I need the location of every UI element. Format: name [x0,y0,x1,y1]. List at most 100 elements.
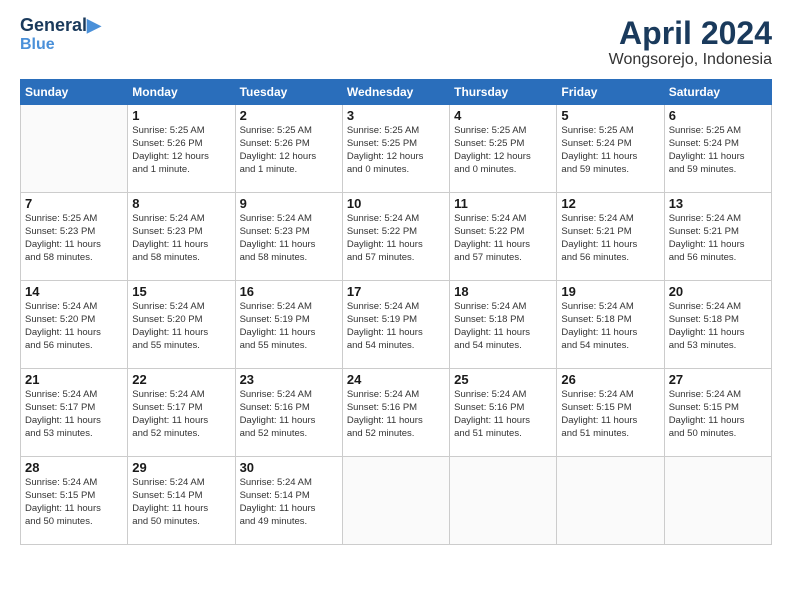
day-info: Sunrise: 5:24 AM Sunset: 5:16 PM Dayligh… [347,389,445,440]
day-number: 17 [347,284,445,299]
calendar-cell: 1 Sunrise: 5:25 AM Sunset: 5:26 PM Daylig… [128,105,235,193]
calendar-subtitle: Wongsorejo, Indonesia [609,51,772,69]
calendar-cell [664,457,771,545]
day-number: 12 [561,196,659,211]
calendar-cell: 27 Sunrise: 5:24 AM Sunset: 5:15 PM Dayli… [664,369,771,457]
day-info: Sunrise: 5:25 AM Sunset: 5:24 PM Dayligh… [669,125,767,176]
day-number: 29 [132,460,230,475]
day-info: Sunrise: 5:24 AM Sunset: 5:15 PM Dayligh… [669,389,767,440]
day-info: Sunrise: 5:24 AM Sunset: 5:23 PM Dayligh… [132,213,230,264]
calendar-cell: 4 Sunrise: 5:25 AM Sunset: 5:25 PM Daylig… [450,105,557,193]
day-info: Sunrise: 5:25 AM Sunset: 5:25 PM Dayligh… [347,125,445,176]
day-number: 10 [347,196,445,211]
calendar-cell [21,105,128,193]
day-info: Sunrise: 5:24 AM Sunset: 5:22 PM Dayligh… [347,213,445,264]
day-info: Sunrise: 5:24 AM Sunset: 5:18 PM Dayligh… [454,301,552,352]
calendar-cell: 11 Sunrise: 5:24 AM Sunset: 5:22 PM Dayli… [450,193,557,281]
day-number: 22 [132,372,230,387]
day-number: 24 [347,372,445,387]
logo-subtext: Blue [20,36,101,54]
day-info: Sunrise: 5:24 AM Sunset: 5:16 PM Dayligh… [240,389,338,440]
day-number: 21 [25,372,123,387]
day-info: Sunrise: 5:24 AM Sunset: 5:15 PM Dayligh… [561,389,659,440]
header: General▶ Blue April 2024 Wongsorejo, Ind… [20,16,772,69]
weekday-header-row: SundayMondayTuesdayWednesdayThursdayFrid… [21,80,772,105]
calendar-cell: 25 Sunrise: 5:24 AM Sunset: 5:16 PM Dayli… [450,369,557,457]
calendar-cell: 2 Sunrise: 5:25 AM Sunset: 5:26 PM Daylig… [235,105,342,193]
day-info: Sunrise: 5:24 AM Sunset: 5:16 PM Dayligh… [454,389,552,440]
day-info: Sunrise: 5:24 AM Sunset: 5:23 PM Dayligh… [240,213,338,264]
day-number: 6 [669,108,767,123]
day-number: 16 [240,284,338,299]
day-info: Sunrise: 5:24 AM Sunset: 5:20 PM Dayligh… [25,301,123,352]
calendar-cell: 17 Sunrise: 5:24 AM Sunset: 5:19 PM Dayli… [342,281,449,369]
day-number: 14 [25,284,123,299]
day-number: 3 [347,108,445,123]
calendar-cell: 5 Sunrise: 5:25 AM Sunset: 5:24 PM Daylig… [557,105,664,193]
calendar-cell [450,457,557,545]
weekday-header-friday: Friday [557,80,664,105]
calendar-cell: 7 Sunrise: 5:25 AM Sunset: 5:23 PM Daylig… [21,193,128,281]
day-info: Sunrise: 5:25 AM Sunset: 5:25 PM Dayligh… [454,125,552,176]
calendar-cell: 6 Sunrise: 5:25 AM Sunset: 5:24 PM Daylig… [664,105,771,193]
week-row-3: 14 Sunrise: 5:24 AM Sunset: 5:20 PM Dayli… [21,281,772,369]
day-info: Sunrise: 5:24 AM Sunset: 5:18 PM Dayligh… [561,301,659,352]
logo-text: General▶ [20,16,101,36]
day-info: Sunrise: 5:24 AM Sunset: 5:21 PM Dayligh… [561,213,659,264]
day-number: 26 [561,372,659,387]
calendar-cell: 23 Sunrise: 5:24 AM Sunset: 5:16 PM Dayli… [235,369,342,457]
day-info: Sunrise: 5:25 AM Sunset: 5:26 PM Dayligh… [132,125,230,176]
day-number: 1 [132,108,230,123]
day-number: 25 [454,372,552,387]
day-number: 20 [669,284,767,299]
calendar-cell: 26 Sunrise: 5:24 AM Sunset: 5:15 PM Dayli… [557,369,664,457]
page: General▶ Blue April 2024 Wongsorejo, Ind… [0,0,792,612]
weekday-header-monday: Monday [128,80,235,105]
calendar-cell: 20 Sunrise: 5:24 AM Sunset: 5:18 PM Dayli… [664,281,771,369]
weekday-header-sunday: Sunday [21,80,128,105]
day-number: 9 [240,196,338,211]
week-row-1: 1 Sunrise: 5:25 AM Sunset: 5:26 PM Daylig… [21,105,772,193]
day-info: Sunrise: 5:24 AM Sunset: 5:19 PM Dayligh… [347,301,445,352]
day-number: 2 [240,108,338,123]
calendar-cell: 28Sunrise: 5:24 AM Sunset: 5:15 PM Dayli… [21,457,128,545]
day-info: Sunrise: 5:24 AM Sunset: 5:15 PM Dayligh… [25,477,123,528]
calendar-cell: 22Sunrise: 5:24 AM Sunset: 5:17 PM Dayli… [128,369,235,457]
week-row-4: 21 Sunrise: 5:24 AM Sunset: 5:17 PM Dayli… [21,369,772,457]
calendar-title: April 2024 [609,16,772,51]
day-info: Sunrise: 5:24 AM Sunset: 5:20 PM Dayligh… [132,301,230,352]
weekday-header-saturday: Saturday [664,80,771,105]
day-info: Sunrise: 5:24 AM Sunset: 5:22 PM Dayligh… [454,213,552,264]
day-info: Sunrise: 5:25 AM Sunset: 5:24 PM Dayligh… [561,125,659,176]
day-number: 18 [454,284,552,299]
calendar-table: SundayMondayTuesdayWednesdayThursdayFrid… [20,79,772,545]
calendar-cell: 3 Sunrise: 5:25 AM Sunset: 5:25 PM Daylig… [342,105,449,193]
day-info: Sunrise: 5:24 AM Sunset: 5:18 PM Dayligh… [669,301,767,352]
calendar-cell: 18 Sunrise: 5:24 AM Sunset: 5:18 PM Dayli… [450,281,557,369]
weekday-header-wednesday: Wednesday [342,80,449,105]
day-number: 11 [454,196,552,211]
title-block: April 2024 Wongsorejo, Indonesia [609,16,772,69]
day-number: 23 [240,372,338,387]
day-info: Sunrise: 5:24 AM Sunset: 5:17 PM Dayligh… [25,389,123,440]
calendar-cell: 16Sunrise: 5:24 AM Sunset: 5:19 PM Dayli… [235,281,342,369]
day-number: 8 [132,196,230,211]
calendar-cell: 24 Sunrise: 5:24 AM Sunset: 5:16 PM Dayli… [342,369,449,457]
day-number: 27 [669,372,767,387]
day-number: 5 [561,108,659,123]
calendar-cell: 14 Sunrise: 5:24 AM Sunset: 5:20 PM Dayli… [21,281,128,369]
logo: General▶ Blue [20,16,101,53]
calendar-cell: 10 Sunrise: 5:24 AM Sunset: 5:22 PM Dayli… [342,193,449,281]
day-info: Sunrise: 5:25 AM Sunset: 5:26 PM Dayligh… [240,125,338,176]
calendar-cell: 9 Sunrise: 5:24 AM Sunset: 5:23 PM Daylig… [235,193,342,281]
day-number: 30 [240,460,338,475]
day-number: 13 [669,196,767,211]
weekday-header-tuesday: Tuesday [235,80,342,105]
day-number: 4 [454,108,552,123]
week-row-5: 28Sunrise: 5:24 AM Sunset: 5:15 PM Dayli… [21,457,772,545]
day-number: 7 [25,196,123,211]
calendar-cell: 8 Sunrise: 5:24 AM Sunset: 5:23 PM Daylig… [128,193,235,281]
day-info: Sunrise: 5:25 AM Sunset: 5:23 PM Dayligh… [25,213,123,264]
calendar-cell: 15Sunrise: 5:24 AM Sunset: 5:20 PM Dayli… [128,281,235,369]
day-info: Sunrise: 5:24 AM Sunset: 5:14 PM Dayligh… [132,477,230,528]
